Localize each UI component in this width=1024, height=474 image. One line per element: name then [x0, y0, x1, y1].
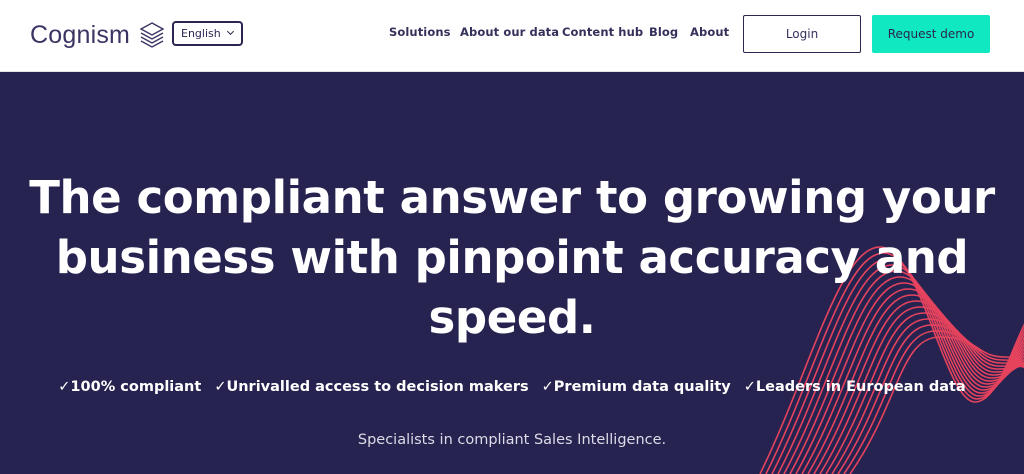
- wave-line: [849, 336, 1024, 474]
- hero-section: The compliant answer to growing your bus…: [0, 72, 1024, 474]
- feature-data-quality: ✓Premium data quality: [541, 379, 731, 395]
- nav-blog[interactable]: Blog: [649, 25, 678, 39]
- feature-decision-makers: ✓Unrivalled access to decision makers: [214, 379, 529, 395]
- nav-content-hub[interactable]: Content hub: [562, 25, 643, 39]
- nav-solutions[interactable]: Solutions: [389, 25, 451, 39]
- request-demo-button[interactable]: Request demo: [872, 15, 990, 53]
- language-selector-label: English: [181, 27, 221, 40]
- cognism-logo[interactable]: Cognism: [30, 20, 165, 50]
- hero-headline: The compliant answer to growing your bus…: [20, 168, 1004, 348]
- login-button[interactable]: Login: [743, 15, 861, 53]
- nav-about[interactable]: About: [690, 25, 729, 39]
- logo-text: Cognism: [30, 20, 131, 49]
- headline-line-1: The compliant answer to growing your: [29, 171, 995, 224]
- site-header: Cognism English Solutions About our data…: [0, 0, 1024, 72]
- chevron-down-icon: [226, 27, 235, 36]
- language-selector[interactable]: English: [172, 21, 243, 46]
- stacked-layers-icon: [140, 22, 165, 48]
- nav-about-our-data[interactable]: About our data: [460, 25, 559, 39]
- feature-list: ✓100% compliant ✓Unrivalled access to de…: [0, 379, 1024, 395]
- headline-line-3: speed.: [428, 291, 596, 344]
- feature-european-data: ✓Leaders in European data: [743, 379, 966, 395]
- feature-compliant: ✓100% compliant: [58, 379, 202, 395]
- headline-line-2: business with pinpoint accuracy and: [55, 231, 969, 284]
- hero-subline: Specialists in compliant Sales Intellige…: [357, 432, 667, 448]
